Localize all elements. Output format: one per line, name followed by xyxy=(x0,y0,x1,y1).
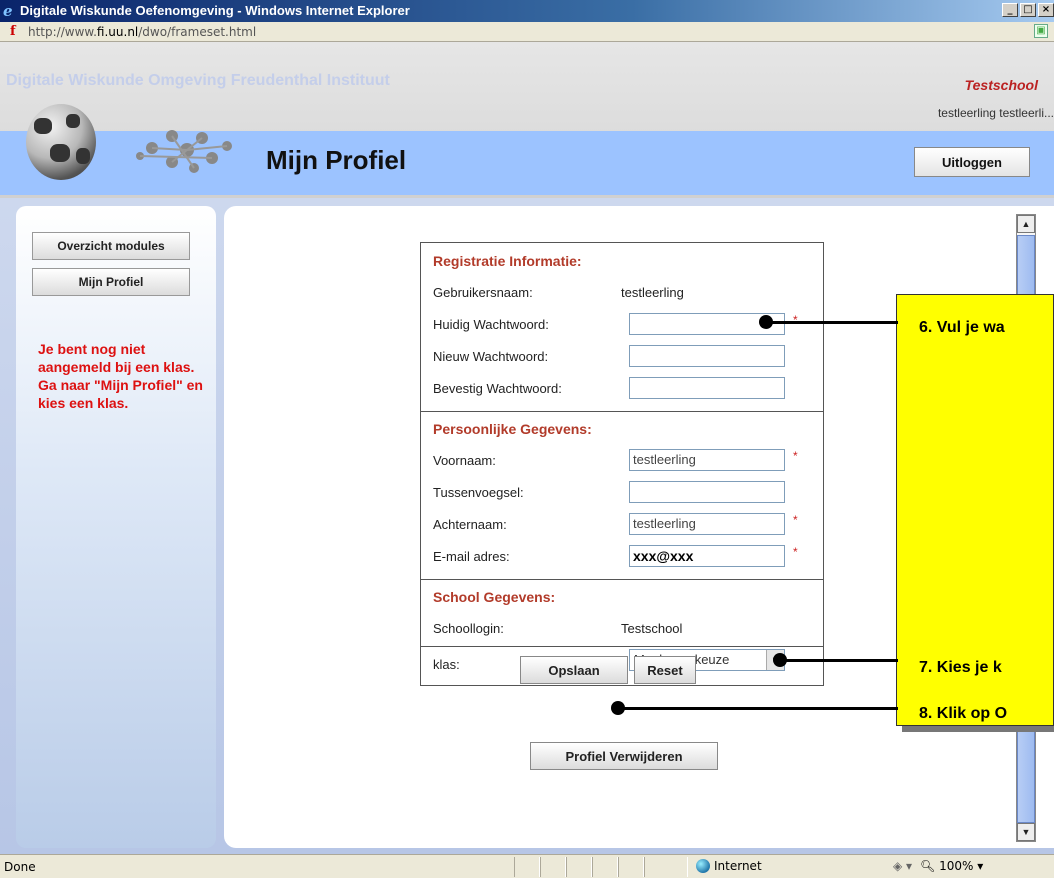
status-cell xyxy=(644,857,688,877)
confirm-password-label: Bevestig Wachtwoord: xyxy=(433,381,562,396)
compatibility-icon[interactable]: ▣ xyxy=(1034,24,1048,38)
required-marker: * xyxy=(793,449,798,463)
sidebar-item-overzicht-modules[interactable]: Overzicht modules xyxy=(32,232,190,260)
internet-explorer-icon: e xyxy=(3,2,13,20)
callout-step-6: 6. Vul je wa xyxy=(919,319,1005,336)
section-divider xyxy=(421,411,823,412)
save-button[interactable]: Opslaan xyxy=(520,656,628,684)
section-title-registration: Registratie Informatie: xyxy=(433,253,582,269)
logout-button[interactable]: Uitloggen xyxy=(914,147,1030,177)
profile-form: Registratie Informatie: Gebruikersnaam: … xyxy=(420,242,824,686)
user-name: testleerling testleerli... xyxy=(937,106,1054,120)
status-cell xyxy=(514,857,540,877)
page-title: Mijn Profiel xyxy=(266,145,407,175)
infix-input[interactable] xyxy=(629,481,785,503)
security-zone: Internet xyxy=(696,859,762,873)
callout-pointer-line xyxy=(766,321,898,324)
reset-button[interactable]: Reset xyxy=(634,656,696,684)
scroll-down-icon[interactable]: ▼ xyxy=(1017,823,1035,841)
callout-step-8: 8. Klik op O xyxy=(919,705,1008,722)
callout-pointer-dot xyxy=(773,653,787,667)
required-marker: * xyxy=(793,513,798,527)
email-label: E-mail adres: xyxy=(433,549,510,564)
confirm-password-input[interactable] xyxy=(629,377,785,399)
username-label: Gebruikersnaam: xyxy=(433,285,533,300)
required-marker: * xyxy=(793,313,798,327)
minimize-button[interactable]: _ xyxy=(1002,3,1018,17)
status-cell xyxy=(618,857,644,877)
callout-pointer-dot xyxy=(759,315,773,329)
window-title: Digitale Wiskunde Oefenomgeving - Window… xyxy=(20,3,410,18)
soccer-ball-logo xyxy=(26,104,96,180)
section-divider xyxy=(420,646,824,647)
sidebar: Overzicht modules Mijn Profiel Je bent n… xyxy=(16,206,216,848)
site-favicon-icon: f xyxy=(10,24,16,39)
required-marker: * xyxy=(793,545,798,559)
section-divider xyxy=(421,579,823,580)
username-value: testleerling xyxy=(621,285,684,300)
school-login-label: Schoollogin: xyxy=(433,621,504,636)
address-url[interactable]: http://www.fi.uu.nl/dwo/frameset.html xyxy=(28,25,256,39)
globe-icon xyxy=(696,859,710,873)
lastname-label: Achternaam: xyxy=(433,517,507,532)
site-name: Digitale Wiskunde Omgeving Freudenthal I… xyxy=(6,72,390,89)
status-bar: Done Internet ◈ ▾ 🔍︎ 100% ▾ xyxy=(0,854,1054,878)
current-password-label: Huidig Wachtwoord: xyxy=(433,317,549,332)
class-label: klas: xyxy=(433,657,460,672)
status-cell xyxy=(566,857,592,877)
callout-step-7: 7. Kies je k xyxy=(919,659,1002,676)
school-login-value: Testschool xyxy=(621,621,683,636)
status-cell xyxy=(540,857,566,877)
infix-label: Tussenvoegsel: xyxy=(433,485,524,500)
school-name: Testschool xyxy=(964,77,1038,93)
window-title-bar: e Digitale Wiskunde Oefenomgeving - Wind… xyxy=(0,0,1054,22)
instruction-callout: 6. Vul je wa 7. Kies je k 8. Klik op O xyxy=(896,294,1054,726)
firstname-label: Voornaam: xyxy=(433,453,496,468)
class-notice: Je bent nog niet aangemeld bij een klas.… xyxy=(38,341,203,411)
callout-pointer-line xyxy=(618,707,898,710)
protected-mode-icon[interactable]: ◈ ▾ xyxy=(893,859,912,873)
delete-profile-button[interactable]: Profiel Verwijderen xyxy=(530,742,718,770)
lastname-input[interactable]: testleerling xyxy=(629,513,785,535)
section-title-personal: Persoonlijke Gegevens: xyxy=(433,421,592,437)
email-input[interactable]: xxx@xxx xyxy=(629,545,785,567)
status-cell xyxy=(592,857,618,877)
new-password-input[interactable] xyxy=(629,345,785,367)
section-title-school: School Gegevens: xyxy=(433,589,556,605)
address-bar[interactable]: f http://www.fi.uu.nl/dwo/frameset.html … xyxy=(0,22,1054,42)
callout-pointer-dot xyxy=(611,701,625,715)
molecule-logo-icon xyxy=(136,130,232,173)
sidebar-item-mijn-profiel[interactable]: Mijn Profiel xyxy=(32,268,190,296)
window-controls: _ □ × xyxy=(1002,3,1054,17)
scroll-up-icon[interactable]: ▲ xyxy=(1017,215,1035,233)
new-password-label: Nieuw Wachtwoord: xyxy=(433,349,549,364)
maximize-button[interactable]: □ xyxy=(1020,3,1036,17)
firstname-input[interactable]: testleerling xyxy=(629,449,785,471)
close-button[interactable]: × xyxy=(1038,3,1054,17)
status-text: Done xyxy=(4,860,36,874)
callout-pointer-line xyxy=(780,659,898,662)
zoom-level[interactable]: 🔍︎ 100% ▾ xyxy=(920,859,983,873)
